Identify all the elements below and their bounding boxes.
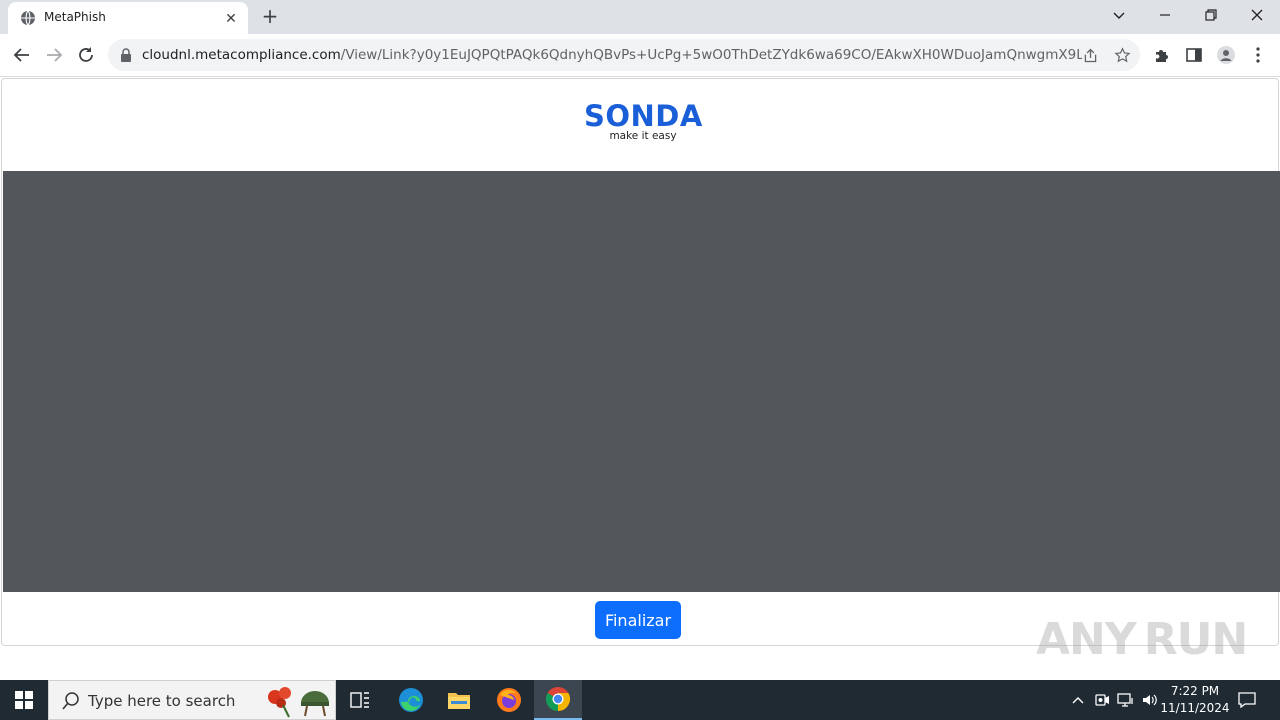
address-bar[interactable]: cloudnl.metacompliance.com/View/Link?y0y… [108, 39, 1140, 71]
finalizar-button[interactable]: Finalizar [595, 601, 681, 639]
globe-icon [21, 10, 35, 26]
taskbar-search[interactable]: Type here to search [48, 680, 336, 720]
logo-name: SONDA [584, 99, 703, 133]
tab-search-icon[interactable] [1096, 0, 1142, 30]
close-tab-icon[interactable]: ✕ [222, 9, 240, 27]
page-viewport: SONDA make it easy Finalizar ANY RUN [0, 78, 1280, 680]
browser-toolbar: cloudnl.metacompliance.com/View/Link?y0y… [0, 34, 1280, 77]
anyrun-watermark: ANY RUN [1036, 613, 1248, 665]
side-panel-icon[interactable] [1180, 41, 1208, 69]
close-window-icon[interactable] [1234, 0, 1280, 30]
minimize-icon[interactable] [1142, 0, 1188, 30]
search-icon [62, 692, 79, 710]
url-path: /View/Link?y0y1EuJQPQtPAQk6QdnyhQBvPs+Uc… [340, 47, 1082, 63]
kebab-menu-icon[interactable] [1244, 41, 1272, 69]
browser-tab[interactable]: MetaPhish ✕ [8, 2, 248, 34]
edge-icon[interactable] [387, 680, 435, 720]
clock-time: 7:22 PM [1170, 684, 1220, 698]
tab-strip: MetaPhish ✕ + [0, 0, 1280, 34]
file-explorer-icon[interactable] [435, 680, 483, 720]
tab-title: MetaPhish [44, 10, 106, 24]
chevron-up-icon[interactable] [1068, 690, 1088, 710]
task-view-icon[interactable] [336, 680, 384, 720]
url-host: cloudnl.metacompliance.com [142, 47, 341, 63]
content-card: SONDA make it easy Finalizar [1, 78, 1280, 646]
windows-start-icon[interactable] [0, 680, 48, 720]
restore-icon[interactable] [1188, 0, 1234, 30]
windows-taskbar: Type here to search 7:22 PM 11/11/2024 [0, 680, 1280, 720]
network-icon[interactable] [1116, 690, 1136, 710]
notification-icon[interactable] [1234, 690, 1260, 710]
meet-now-icon[interactable] [1092, 690, 1112, 710]
search-highlight-art-icon [268, 687, 329, 718]
sonda-logo: SONDA make it easy [584, 99, 702, 147]
star-icon[interactable] [1112, 45, 1132, 65]
new-tab-button[interactable]: + [258, 5, 282, 29]
lock-icon[interactable] [120, 48, 132, 62]
volume-icon[interactable] [1140, 690, 1160, 710]
forward-arrow-icon[interactable] [40, 41, 68, 69]
puzzle-icon[interactable] [1148, 41, 1176, 69]
firefox-icon[interactable] [485, 680, 533, 720]
clock-date: 11/11/2024 [1160, 701, 1230, 715]
search-placeholder: Type here to search [88, 692, 236, 710]
back-arrow-icon[interactable] [8, 41, 36, 69]
url-text[interactable]: cloudnl.metacompliance.com/View/Link?y0y… [142, 47, 1082, 63]
reload-icon[interactable] [72, 41, 100, 69]
system-clock[interactable]: 7:22 PM 11/11/2024 [1158, 683, 1232, 717]
video-player[interactable] [3, 171, 1280, 592]
share-icon[interactable] [1080, 45, 1100, 65]
profile-icon[interactable] [1212, 41, 1240, 69]
chrome-icon[interactable] [534, 680, 582, 720]
